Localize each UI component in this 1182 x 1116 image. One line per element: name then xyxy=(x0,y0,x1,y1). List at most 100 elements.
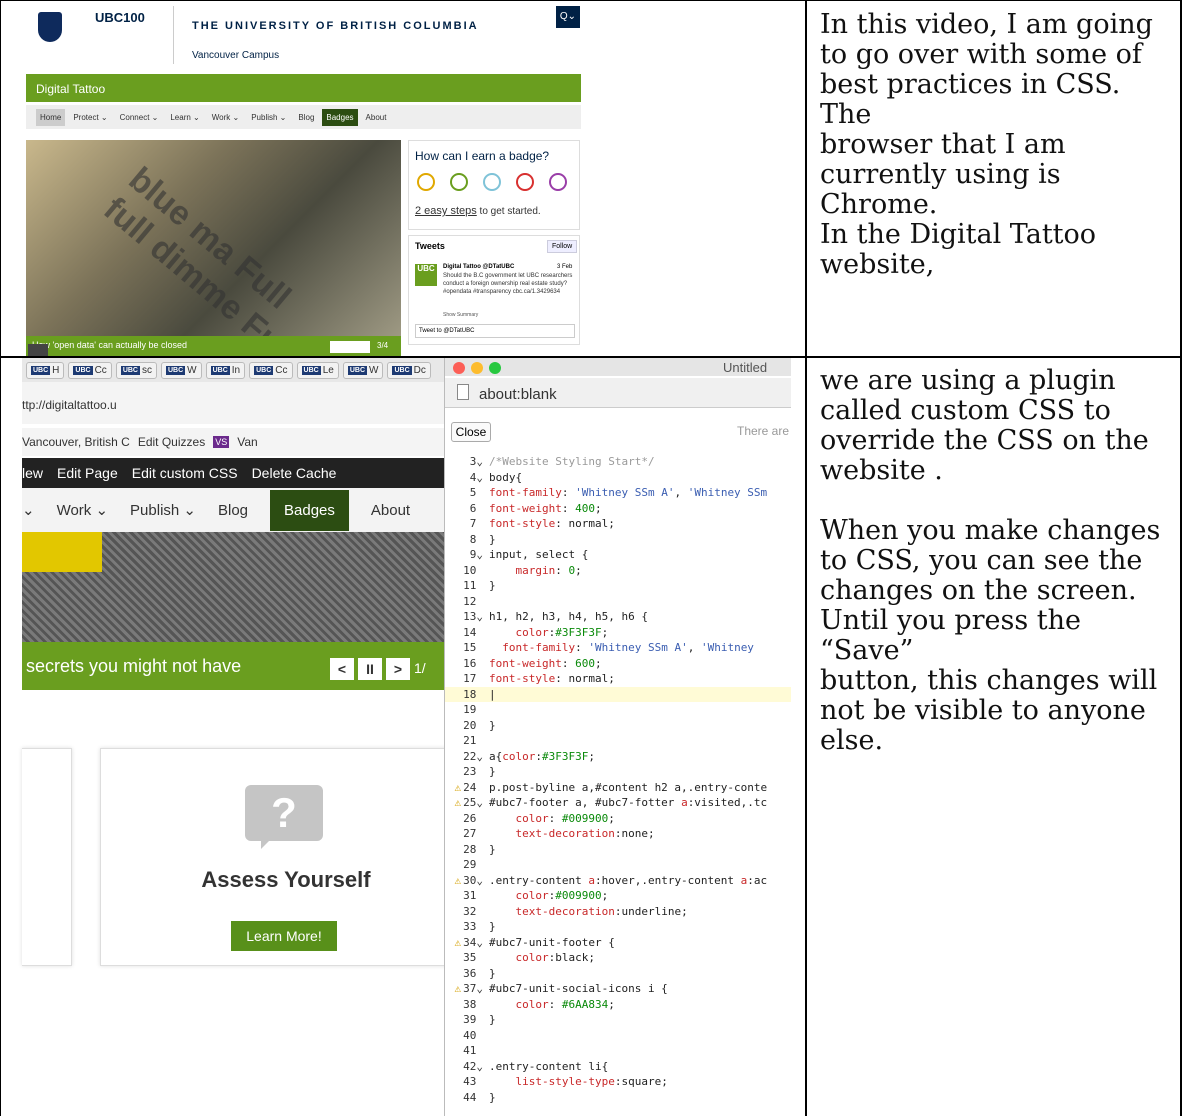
browser-tab[interactable]: UBC H xyxy=(26,361,65,379)
nav-item[interactable]: Blog xyxy=(294,109,318,126)
browser-tab[interactable]: UBC W xyxy=(342,361,384,379)
code-line[interactable]: 4⌄ body{ xyxy=(445,470,791,486)
code-line[interactable]: 35 color:black; xyxy=(445,950,791,966)
nav-item[interactable]: Work ⌄ xyxy=(208,109,243,126)
browser-tab[interactable]: UBC Cc xyxy=(68,361,112,379)
badge-icon[interactable] xyxy=(483,173,501,191)
code-line[interactable]: 43 list-style-type:square; xyxy=(445,1074,791,1090)
tweet-to-input[interactable]: Tweet to @DTatUBC xyxy=(415,324,575,338)
nav-item[interactable]: Protect ⌄ xyxy=(69,109,111,126)
slider-control-button[interactable]: < xyxy=(330,658,354,680)
code-line[interactable]: 9⌄ input, select { xyxy=(445,547,791,563)
follow-button[interactable]: Follow xyxy=(547,240,578,253)
code-line[interactable]: 14 color:#3F3F3F; xyxy=(445,625,791,641)
url-text[interactable]: ttp://digitaltattoo.u xyxy=(22,398,117,412)
code-line[interactable]: 30⌄.entry-content a:hover,.entry-content… xyxy=(445,873,791,889)
code-line[interactable]: 25⌄#ubc7-footer a, #ubc7-fotter a:visite… xyxy=(445,795,791,811)
close-window-icon[interactable] xyxy=(453,362,465,374)
nav-item[interactable]: About xyxy=(371,502,410,519)
code-line[interactable]: 44 } xyxy=(445,1090,791,1106)
code-line[interactable]: 40 xyxy=(445,1028,791,1044)
code-line[interactable]: 41 xyxy=(445,1043,791,1059)
badge-icon[interactable] xyxy=(516,173,534,191)
code-line[interactable]: 33 } xyxy=(445,919,791,935)
nav-item[interactable]: Badges xyxy=(322,108,358,126)
code-line[interactable]: 24 p.post-byline a,#content h2 a,.entry-… xyxy=(445,780,791,796)
nav-item[interactable]: Badges xyxy=(270,489,349,531)
nav-item[interactable]: ⌄ xyxy=(22,501,35,519)
code-line[interactable]: 21 xyxy=(445,733,791,749)
bookmark[interactable]: Edit Quizzes xyxy=(138,435,205,449)
code-line[interactable]: 15 font-family: 'Whitney SSm A', 'Whitne… xyxy=(445,640,791,656)
nav-item[interactable]: Blog xyxy=(218,502,248,519)
slider-control-button[interactable]: II xyxy=(358,658,382,680)
badge-icon[interactable] xyxy=(417,173,435,191)
maximize-window-icon[interactable] xyxy=(489,362,501,374)
browser-tab[interactable]: UBC sc xyxy=(115,361,157,379)
code-line[interactable]: 20 } xyxy=(445,718,791,734)
code-line[interactable]: 29 xyxy=(445,857,791,873)
nav-item[interactable]: Publish ⌄ xyxy=(130,501,196,519)
line-number: 33 xyxy=(463,920,483,933)
share-icon[interactable] xyxy=(28,344,48,356)
code-line[interactable]: 38 color: #6AA834; xyxy=(445,997,791,1013)
code-editor[interactable]: 3⌄/*Website Styling Start*/4⌄ body{5 font… xyxy=(445,454,791,1116)
code-line[interactable]: 10 margin: 0; xyxy=(445,563,791,579)
code-line[interactable]: 3⌄ /*Website Styling Start*/ xyxy=(445,454,791,470)
slider-controls[interactable] xyxy=(330,341,370,353)
nav-item[interactable]: Home xyxy=(36,108,66,126)
nav-item[interactable]: Connect ⌄ xyxy=(116,109,163,126)
code-line[interactable]: 39 } xyxy=(445,1012,791,1028)
admin-item[interactable]: Delete Cache xyxy=(252,465,337,481)
nav-item[interactable]: About xyxy=(362,109,391,126)
nav-item[interactable]: Publish ⌄ xyxy=(247,109,290,126)
code-line[interactable]: 28 } xyxy=(445,842,791,858)
address-field[interactable]: about:blank xyxy=(445,378,791,408)
bookmark[interactable]: VS xyxy=(213,436,230,448)
code-line[interactable]: 16 font-weight: 600; xyxy=(445,656,791,672)
browser-tab[interactable]: UBC W xyxy=(160,361,202,379)
code-line[interactable]: 34⌄#ubc7-unit-footer { xyxy=(445,935,791,951)
address-bar[interactable]: ttp://digitaltattoo.u xyxy=(22,382,447,424)
code-line[interactable]: 22⌄ a{color:#3F3F3F; xyxy=(445,749,791,765)
admin-item[interactable]: Edit Page xyxy=(57,465,118,481)
code-line[interactable]: 26 color: #009900; xyxy=(445,811,791,827)
code-line[interactable]: 23 } xyxy=(445,764,791,780)
code-line[interactable]: 18 | xyxy=(445,686,791,702)
nav-item[interactable]: Learn ⌄ xyxy=(166,109,203,126)
code-line[interactable]: 7 font-style: normal; xyxy=(445,516,791,532)
steps-link[interactable]: 2 easy steps xyxy=(415,205,477,217)
nav-item[interactable]: Work ⌄ xyxy=(57,501,108,519)
slider-control-button[interactable]: > xyxy=(386,658,410,680)
bookmark[interactable]: Vancouver, British C xyxy=(22,435,130,449)
admin-item[interactable]: lew xyxy=(22,465,43,481)
minimize-window-icon[interactable] xyxy=(471,362,483,374)
code-line[interactable]: 42⌄ .entry-content li{ xyxy=(445,1059,791,1075)
show-summary-link[interactable]: Show Summary xyxy=(443,312,478,318)
browser-tab[interactable]: UBC Cc xyxy=(249,361,293,379)
browser-tab[interactable]: UBC Dc xyxy=(387,361,431,379)
code-line[interactable]: 8 } xyxy=(445,532,791,548)
badge-icon[interactable] xyxy=(549,173,567,191)
browser-tab[interactable]: UBC Le xyxy=(296,361,339,379)
code-line[interactable]: 32 text-decoration:underline; xyxy=(445,904,791,920)
code-line[interactable]: 11 } xyxy=(445,578,791,594)
code-line[interactable]: 19 xyxy=(445,702,791,718)
admin-item[interactable]: Edit custom CSS xyxy=(132,465,238,481)
code-line[interactable]: 17 font-style: normal; xyxy=(445,671,791,687)
search-button[interactable]: Q⌄ xyxy=(556,6,580,28)
code-line[interactable]: 36 } xyxy=(445,966,791,982)
code-line[interactable]: 13⌄ h1, h2, h3, h4, h5, h6 { xyxy=(445,609,791,625)
code-line[interactable]: 12 xyxy=(445,594,791,610)
code-line[interactable]: 6 font-weight: 400; xyxy=(445,501,791,517)
learn-more-button[interactable]: Learn More! xyxy=(231,921,337,951)
code-line[interactable]: 31 color:#009900; xyxy=(445,888,791,904)
code-line[interactable]: 37⌄#ubc7-unit-social-icons i { xyxy=(445,981,791,997)
bookmark[interactable]: Van xyxy=(237,435,257,449)
tweet-author[interactable]: Digital Tattoo @DTatUBC xyxy=(443,264,514,270)
close-button[interactable]: Close xyxy=(451,422,491,442)
code-line[interactable]: 5 font-family: 'Whitney SSm A', 'Whitney… xyxy=(445,485,791,501)
browser-tab[interactable]: UBC In xyxy=(205,361,246,379)
badge-icon[interactable] xyxy=(450,173,468,191)
code-line[interactable]: 27 text-decoration:none; xyxy=(445,826,791,842)
